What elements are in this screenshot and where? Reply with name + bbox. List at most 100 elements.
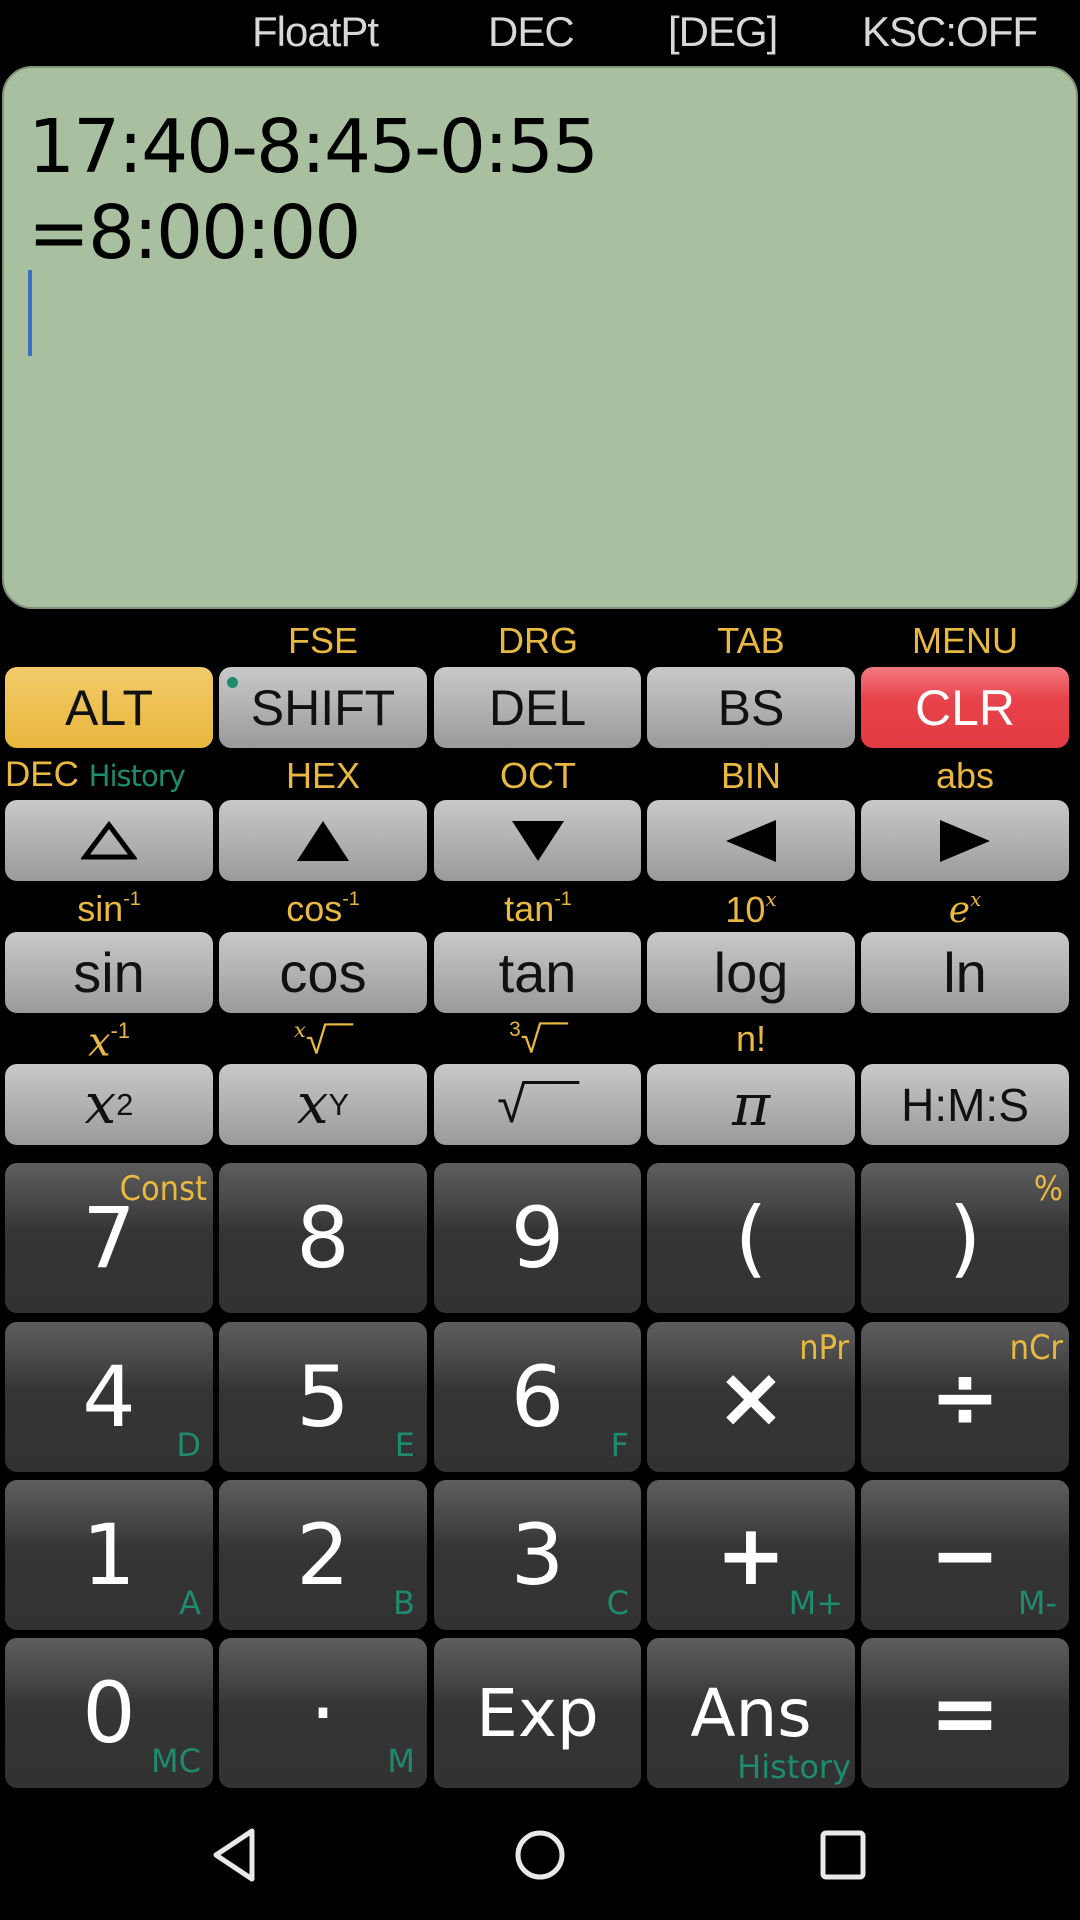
label-hex: HEX	[285, 755, 361, 796]
pi-key[interactable]: π	[647, 1064, 855, 1145]
seven-key[interactable]: 7 Const	[5, 1163, 213, 1313]
one-key[interactable]: 1A	[5, 1480, 213, 1630]
ksc-mode[interactable]: KSC:OFF	[862, 8, 1038, 56]
label-atan-text: tan	[504, 888, 555, 929]
five-key-label: 5	[296, 1348, 350, 1446]
tan-key[interactable]: tan	[434, 932, 641, 1013]
six-key[interactable]: 6F	[434, 1322, 641, 1472]
decimal-point-key[interactable]: · M	[219, 1638, 427, 1788]
square-key[interactable]: x2	[5, 1064, 213, 1145]
label-tab: TAB	[717, 620, 785, 661]
six-key-label: 6	[510, 1348, 565, 1446]
plus-key[interactable]: + M+	[647, 1480, 855, 1630]
label-fse: FSE	[287, 620, 358, 661]
arrow-left-icon	[726, 819, 776, 862]
ln-key[interactable]: ln	[861, 932, 1069, 1013]
arrow-up-key[interactable]	[219, 800, 427, 881]
label-reciprocal-x: x	[87, 1019, 111, 1066]
open-paren-key[interactable]: (	[647, 1163, 855, 1313]
square-key-x: x	[84, 1072, 117, 1137]
base-mode[interactable]: DEC	[488, 8, 575, 56]
decimal-point-key-label: ·	[309, 1664, 337, 1762]
sin-key[interactable]: sin	[5, 932, 213, 1013]
pi-key-label: π	[731, 1070, 771, 1139]
outline-triangle-up-icon	[81, 820, 137, 859]
clr-key[interactable]: CLR	[861, 667, 1069, 748]
ans-key[interactable]: Ans History	[647, 1638, 855, 1788]
four-key[interactable]: 4D	[5, 1322, 213, 1472]
calculator-display[interactable]: 17:40-8:45-0:55 =8:00:00	[2, 66, 1078, 609]
sqrt-key-label: √‾‾‾	[497, 1075, 578, 1134]
label-xroot: x√‾‾	[219, 1018, 427, 1064]
del-key-label: DEL	[488, 679, 587, 736]
del-key[interactable]: DEL	[434, 667, 641, 748]
multiply-key-label: ×	[715, 1348, 787, 1446]
four-shift-label: D	[176, 1426, 201, 1464]
sin-key-label: sin	[73, 941, 145, 1004]
nav-home-button[interactable]	[505, 1820, 575, 1890]
divide-key[interactable]: ÷ nCr	[861, 1322, 1069, 1472]
decimal-point-shift-label: M	[387, 1742, 415, 1780]
label-xroot-radical: √‾‾	[305, 1020, 352, 1063]
arrow-left-key[interactable]	[647, 800, 855, 881]
ans-key-label: Ans	[690, 1674, 812, 1752]
label-10x-text: 10	[725, 888, 766, 930]
label-ex: ex	[861, 888, 1069, 931]
shift-key[interactable]: SHIFT	[219, 667, 427, 748]
log-key-label: log	[713, 941, 789, 1004]
tan-key-label: tan	[498, 941, 577, 1004]
nav-recents-button[interactable]	[808, 1820, 878, 1890]
hms-key[interactable]: H:M:S	[861, 1064, 1069, 1145]
shift-key-label: SHIFT	[250, 679, 396, 736]
navigation-bar	[0, 1790, 1080, 1920]
multiply-key[interactable]: × nPr	[647, 1322, 855, 1472]
label-cuberoot: 3√‾‾	[434, 1018, 642, 1063]
label-cuberoot-index: 3	[509, 1018, 521, 1041]
nav-back-button[interactable]	[200, 1820, 270, 1890]
alt-key[interactable]: ALT	[5, 667, 213, 748]
nine-key[interactable]: 9	[434, 1163, 641, 1313]
label-10x: 10x	[647, 888, 855, 931]
exp-key[interactable]: Exp	[434, 1638, 641, 1788]
power-key[interactable]: xY	[219, 1064, 427, 1145]
minus-key[interactable]: − M-	[861, 1480, 1069, 1630]
two-shift-label: B	[393, 1584, 415, 1622]
label-reciprocal-sup: -1	[110, 1018, 131, 1043]
label-oct: OCT	[500, 755, 576, 796]
bs-key[interactable]: BS	[647, 667, 855, 748]
seven-alt-label: Const	[119, 1169, 207, 1209]
angle-mode[interactable]: [DEG]	[668, 8, 778, 56]
zero-key[interactable]: 0 MC	[5, 1638, 213, 1788]
cos-key-label: cos	[279, 941, 367, 1004]
label-asin-sup: -1	[123, 888, 141, 911]
label-atan-sup: -1	[554, 888, 572, 911]
text-cursor	[28, 270, 32, 356]
label-history: History	[88, 759, 186, 793]
label-cuberoot-radical: √‾‾	[520, 1019, 567, 1062]
zero-shift-label: MC	[151, 1742, 201, 1780]
cos-key[interactable]: cos	[219, 932, 427, 1013]
arrow-down-key[interactable]	[434, 800, 641, 881]
label-10x-sup: x	[765, 888, 777, 911]
arrow-right-icon	[940, 819, 990, 862]
five-key[interactable]: 5E	[219, 1322, 427, 1472]
arrow-right-key[interactable]	[861, 800, 1069, 881]
sqrt-key[interactable]: √‾‾‾	[434, 1064, 641, 1145]
close-paren-key[interactable]: )%	[861, 1163, 1069, 1313]
log-key[interactable]: log	[647, 932, 855, 1013]
equals-key[interactable]: =	[861, 1638, 1069, 1788]
history-up-key[interactable]	[5, 800, 213, 881]
divide-alt-label: nCr	[1009, 1328, 1063, 1368]
zero-key-label: 0	[82, 1664, 136, 1762]
label-asin: sin-1	[5, 888, 213, 930]
exp-key-label: Exp	[476, 1674, 599, 1752]
three-shift-label: C	[606, 1584, 629, 1622]
three-key[interactable]: 3C	[434, 1480, 641, 1630]
label-acos-text: cos	[286, 888, 343, 929]
close-paren-key-label: )	[948, 1189, 982, 1287]
format-mode[interactable]: FloatPt	[252, 8, 379, 56]
eight-key[interactable]: 8	[219, 1163, 427, 1313]
two-key[interactable]: 2B	[219, 1480, 427, 1630]
label-dec-history: DEC History	[5, 755, 220, 795]
ln-key-label: ln	[943, 941, 987, 1004]
